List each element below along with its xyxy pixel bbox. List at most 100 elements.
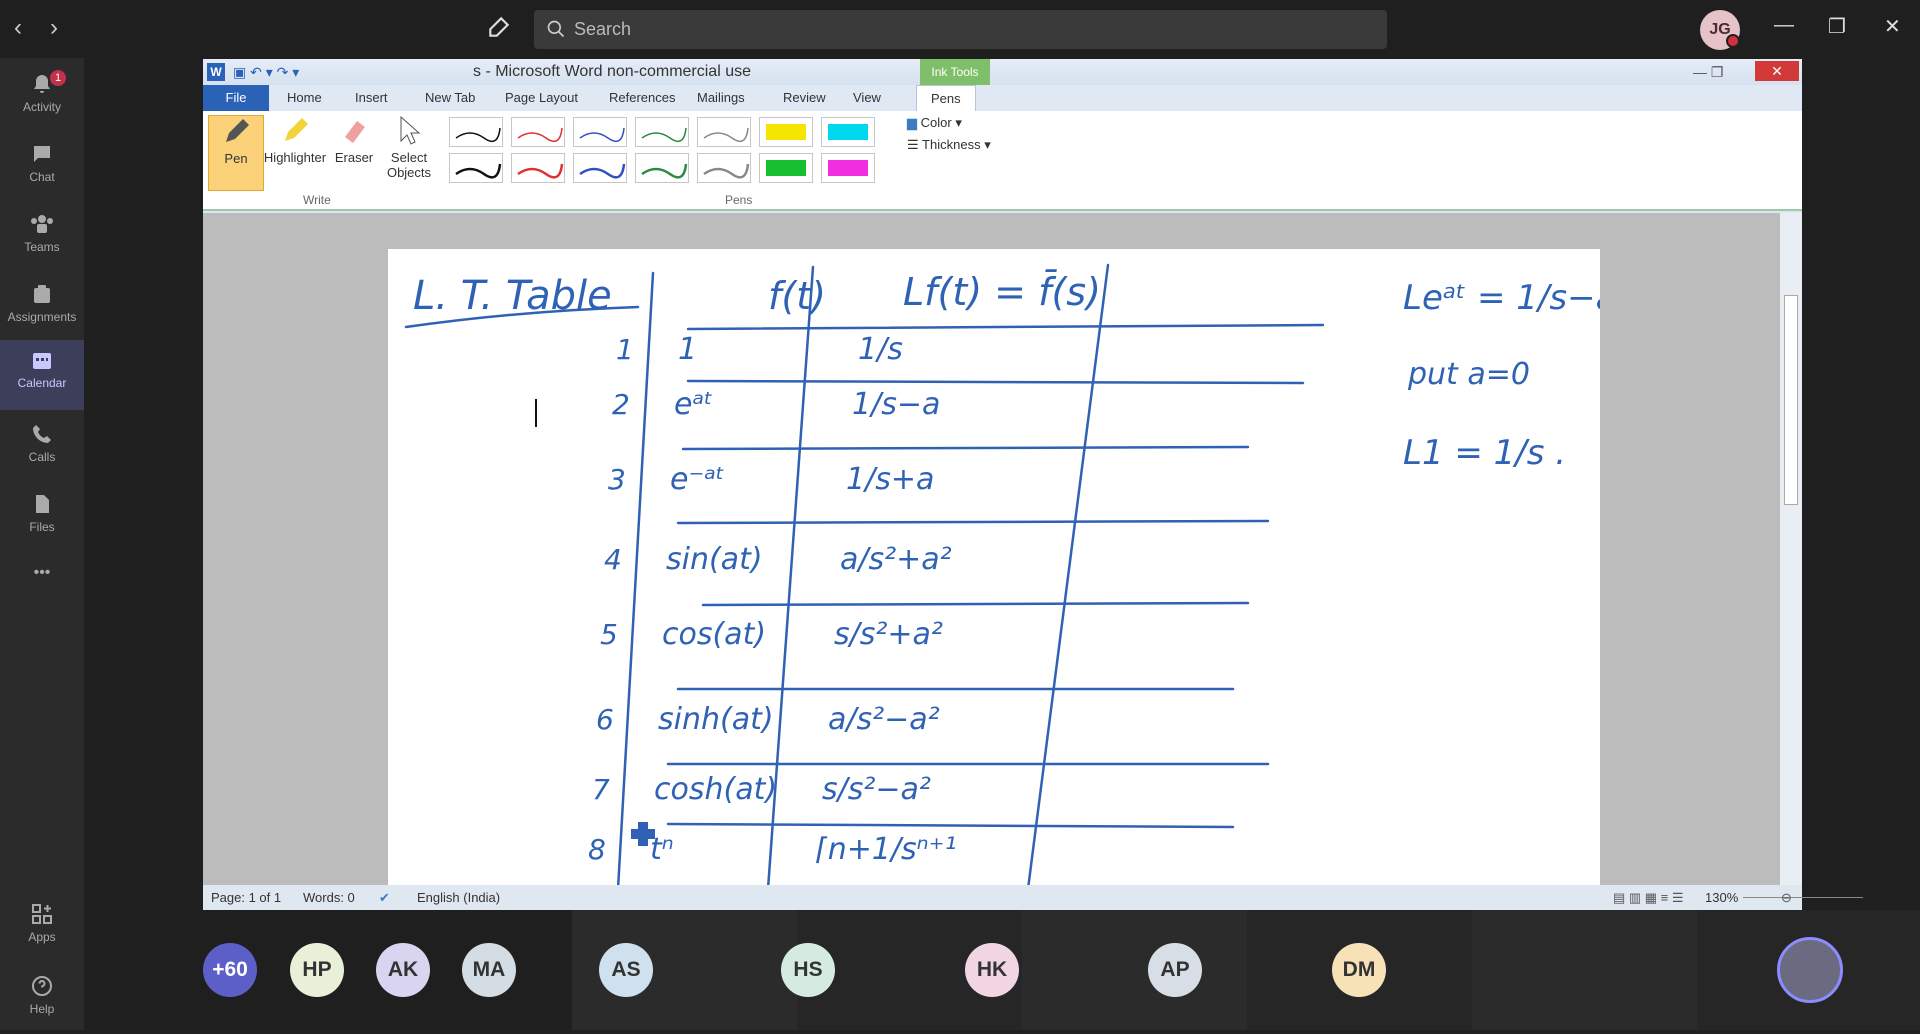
pen-swatch[interactable]	[697, 153, 751, 183]
participant-avatar[interactable]: AP	[1148, 943, 1202, 997]
rail-assignments[interactable]: Assignments	[0, 274, 84, 342]
rail-label: Apps	[28, 930, 56, 944]
tab-new-tab[interactable]: New Tab	[425, 90, 475, 105]
pens-group-label: Pens	[725, 193, 753, 207]
note-row-transform: s/s²+a²	[834, 617, 943, 652]
rail-activity[interactable]: 1 Activity	[0, 64, 84, 132]
note-row-number: 6	[596, 703, 614, 736]
minimize-icon[interactable]: —	[1774, 14, 1794, 37]
write-group-label: Write	[303, 193, 331, 207]
pen-swatch[interactable]	[759, 153, 813, 183]
pen-swatch[interactable]	[573, 117, 627, 147]
pen-swatch[interactable]	[573, 153, 627, 183]
title-bar: ‹ › Search JG — ❐ ✕	[0, 0, 1920, 58]
note-row-transform: s/s²−a²	[822, 772, 931, 807]
participant-avatar[interactable]: AK	[376, 943, 430, 997]
participant-avatar[interactable]: HP	[290, 943, 344, 997]
pen-swatch[interactable]	[511, 117, 565, 147]
search-input[interactable]: Search	[534, 10, 1387, 49]
word-window-controls[interactable]: — ❐	[1693, 59, 1723, 85]
scroll-thumb[interactable]	[1784, 295, 1798, 505]
pen-swatch[interactable]	[449, 117, 503, 147]
note-row-number: 2	[612, 388, 630, 421]
thickness-label: Thickness	[922, 137, 981, 152]
quick-access-icon[interactable]: ▣ ↶ ▾ ↷ ▾	[233, 59, 299, 85]
note-row-function: 1	[678, 332, 697, 367]
more-apps-icon[interactable]: •••	[0, 564, 84, 594]
tab-view[interactable]: View	[853, 90, 881, 105]
zoom-out-icon[interactable]: ⊖	[1781, 885, 1792, 910]
select-objects-button[interactable]: Select Objects	[379, 115, 439, 191]
pen-swatch[interactable]	[697, 117, 751, 147]
color-label: Color	[920, 115, 952, 130]
restore-icon[interactable]: ❐	[1828, 14, 1846, 39]
participant-avatar[interactable]: HK	[965, 943, 1019, 997]
thickness-dropdown[interactable]: ☰ Thickness ▾	[907, 137, 991, 153]
forward-icon[interactable]: ›	[50, 14, 58, 42]
ink-page[interactable]: L. T. Table f(t) Lf(t) = f̄(s) Leᵃᵗ = 1/…	[388, 249, 1600, 889]
pen-swatch[interactable]	[449, 153, 503, 183]
shared-word-window: W ▣ ↶ ▾ ↷ ▾ s - Microsoft Word non-comme…	[203, 59, 1863, 910]
tab-home[interactable]: Home	[287, 90, 322, 105]
rail-chat[interactable]: Chat	[0, 134, 84, 202]
rail-calls[interactable]: Calls	[0, 414, 84, 482]
camera-avatar[interactable]	[1777, 937, 1843, 1003]
rail-teams[interactable]: Teams	[0, 204, 84, 272]
note-row-transform: a/s²+a²	[840, 542, 952, 577]
pen-swatch[interactable]	[821, 117, 875, 147]
status-bar: Page: 1 of 1 Words: 0 ✔ English (India) …	[203, 885, 1863, 910]
pen-swatch[interactable]	[511, 153, 565, 183]
highlighter-tool-button[interactable]: Highlighter	[263, 115, 327, 191]
close-icon[interactable]: ✕	[1884, 14, 1901, 39]
tab-page-layout[interactable]: Page Layout	[505, 90, 578, 105]
participant-tile	[1472, 910, 1697, 1030]
more-participants-badge[interactable]: +60	[203, 943, 257, 997]
eraser-tool-button[interactable]: Eraser	[329, 115, 379, 191]
side-note-1: Leᵃᵗ = 1/s−a	[1403, 278, 1600, 318]
document-title: s - Microsoft Word non-commercial use	[473, 63, 751, 80]
proofing-icon[interactable]: ✔	[379, 885, 390, 910]
rail-apps[interactable]: Apps	[0, 894, 84, 962]
tab-mailings[interactable]: Mailings	[697, 90, 745, 105]
participant-avatar[interactable]: AS	[599, 943, 653, 997]
participant-avatar[interactable]: HS	[781, 943, 835, 997]
rail-label: Files	[29, 520, 55, 534]
rail-calendar[interactable]: Calendar	[0, 340, 84, 410]
back-icon[interactable]: ‹	[14, 14, 22, 42]
rail-files[interactable]: Files	[0, 484, 84, 552]
rail-label: Calendar	[17, 376, 67, 390]
eraser-icon	[345, 121, 365, 143]
document-canvas[interactable]: L. T. Table f(t) Lf(t) = f̄(s) Leᵃᵗ = 1/…	[203, 213, 1780, 889]
tab-pens[interactable]: Pens	[916, 85, 976, 111]
note-row-number: 4	[604, 543, 622, 576]
color-dropdown[interactable]: ▆ Color ▾	[907, 115, 962, 131]
zoom-slider[interactable]	[1743, 897, 1863, 898]
vertical-scrollbar[interactable]	[1780, 213, 1802, 885]
note-row-function: cosh(at)	[654, 772, 777, 807]
pen-swatch[interactable]	[821, 153, 875, 183]
pen-swatch[interactable]	[635, 153, 689, 183]
note-row-number: 3	[608, 463, 626, 496]
tab-references[interactable]: References	[609, 90, 675, 105]
pen-swatch[interactable]	[635, 117, 689, 147]
ribbon-tabs: File Home Insert New Tab Page Layout Referenc…	[203, 85, 1802, 111]
ink-strokes: L. T. Table f(t) Lf(t) = f̄(s) Leᵃᵗ = 1/…	[404, 263, 1600, 889]
language[interactable]: English (India)	[417, 885, 500, 910]
rail-help[interactable]: Help	[0, 966, 84, 1034]
search-placeholder: Search	[574, 19, 632, 39]
tab-file[interactable]: File	[203, 85, 269, 111]
apps-icon	[32, 904, 52, 924]
tab-review[interactable]: Review	[783, 90, 826, 105]
phone-icon	[33, 425, 51, 443]
participant-avatar[interactable]: MA	[462, 943, 516, 997]
zoom-level[interactable]: 130%	[1705, 885, 1738, 910]
view-buttons-icon[interactable]: ▤ ▥ ▦ ≡ ☰	[1613, 885, 1684, 910]
participant-avatar[interactable]: DM	[1332, 943, 1386, 997]
note-row-function: sinh(at)	[658, 702, 774, 737]
word-close-icon[interactable]: ✕	[1755, 61, 1799, 81]
tab-insert[interactable]: Insert	[355, 90, 388, 105]
compose-icon[interactable]	[486, 14, 512, 40]
pen-tool-button[interactable]: Pen	[208, 115, 264, 191]
pen-swatch[interactable]	[759, 117, 813, 147]
app-rail: 1 Activity Chat Teams Assignments Calend…	[0, 58, 84, 1030]
